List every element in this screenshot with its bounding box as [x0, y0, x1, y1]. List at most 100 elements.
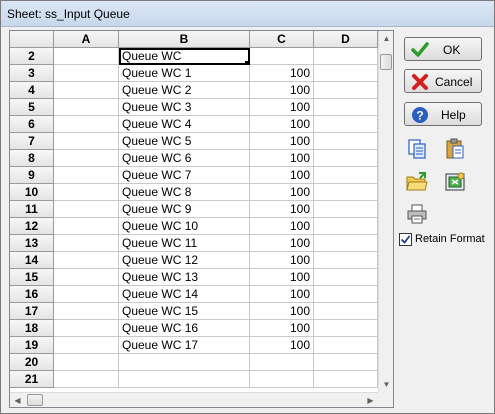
row-header[interactable]: 8: [10, 150, 54, 167]
cell-d[interactable]: [314, 167, 378, 184]
cell-a[interactable]: [54, 99, 119, 116]
cancel-button[interactable]: Cancel: [404, 69, 482, 93]
cell-b[interactable]: Queue WC 15: [119, 303, 250, 320]
cell-a[interactable]: [54, 184, 119, 201]
cell-c[interactable]: 100: [250, 65, 314, 82]
cell-a[interactable]: [54, 48, 119, 65]
row-header[interactable]: 11: [10, 201, 54, 218]
cell-d[interactable]: [314, 303, 378, 320]
cell-b[interactable]: Queue WC 8: [119, 184, 250, 201]
row-header[interactable]: 12: [10, 218, 54, 235]
help-button[interactable]: ? Help: [404, 102, 482, 126]
row-header[interactable]: 18: [10, 320, 54, 337]
title-bar[interactable]: Sheet: ss_Input Queue: [1, 1, 494, 27]
cell-c[interactable]: [250, 48, 314, 65]
row-header[interactable]: 10: [10, 184, 54, 201]
import-icon[interactable]: [442, 169, 466, 193]
cell-c[interactable]: 100: [250, 150, 314, 167]
cell-b[interactable]: Queue WC 14: [119, 286, 250, 303]
cell-a[interactable]: [54, 201, 119, 218]
cell-c[interactable]: 100: [250, 133, 314, 150]
column-header-d[interactable]: D: [314, 31, 378, 48]
row-header[interactable]: 17: [10, 303, 54, 320]
cell-c[interactable]: 100: [250, 184, 314, 201]
cell-c[interactable]: 100: [250, 82, 314, 99]
cell-d[interactable]: [314, 184, 378, 201]
row-header[interactable]: 16: [10, 286, 54, 303]
cell-c[interactable]: [250, 371, 314, 388]
row-header[interactable]: 21: [10, 371, 54, 388]
cell-a[interactable]: [54, 235, 119, 252]
cell-a[interactable]: [54, 150, 119, 167]
scroll-up-icon[interactable]: ▲: [379, 31, 393, 46]
row-header[interactable]: 2: [10, 48, 54, 65]
cell-c[interactable]: 100: [250, 303, 314, 320]
row-header[interactable]: 5: [10, 99, 54, 116]
cell-d[interactable]: [314, 235, 378, 252]
cell-a[interactable]: [54, 82, 119, 99]
cell-b[interactable]: Queue WC 16: [119, 320, 250, 337]
cell-b[interactable]: Queue WC 7: [119, 167, 250, 184]
cell-b[interactable]: Queue WC 3: [119, 99, 250, 116]
cell-a[interactable]: [54, 133, 119, 150]
cell-c[interactable]: 100: [250, 337, 314, 354]
cell-b[interactable]: [119, 354, 250, 371]
row-header[interactable]: 20: [10, 354, 54, 371]
cell-a[interactable]: [54, 218, 119, 235]
retain-format-checkbox[interactable]: [399, 233, 412, 246]
cell-d[interactable]: [314, 133, 378, 150]
open-folder-icon[interactable]: [404, 169, 428, 193]
cell-c[interactable]: 100: [250, 201, 314, 218]
vertical-scrollbar[interactable]: ▲ ▼: [378, 31, 393, 392]
cell-c[interactable]: 100: [250, 252, 314, 269]
cell-d[interactable]: [314, 354, 378, 371]
cell-a[interactable]: [54, 269, 119, 286]
cell-b[interactable]: Queue WC 4: [119, 116, 250, 133]
cell-d[interactable]: [314, 99, 378, 116]
cell-a[interactable]: [54, 252, 119, 269]
cell-a[interactable]: [54, 286, 119, 303]
cell-a[interactable]: [54, 167, 119, 184]
cell-d[interactable]: [314, 150, 378, 167]
cell-c[interactable]: 100: [250, 235, 314, 252]
column-header-a[interactable]: A: [54, 31, 119, 48]
cell-b[interactable]: Queue WC 10: [119, 218, 250, 235]
vertical-scroll-thumb[interactable]: [380, 54, 392, 70]
cell-d[interactable]: [314, 286, 378, 303]
row-header[interactable]: 6: [10, 116, 54, 133]
row-header[interactable]: 13: [10, 235, 54, 252]
row-header[interactable]: 4: [10, 82, 54, 99]
cell-c[interactable]: 100: [250, 167, 314, 184]
cell-b[interactable]: Queue WC 6: [119, 150, 250, 167]
cell-b[interactable]: Queue WC 9: [119, 201, 250, 218]
row-header[interactable]: 19: [10, 337, 54, 354]
cell-d[interactable]: [314, 337, 378, 354]
paste-icon[interactable]: [442, 136, 466, 160]
cell-a[interactable]: [54, 65, 119, 82]
cell-b[interactable]: Queue WC 2: [119, 82, 250, 99]
cell-a[interactable]: [54, 337, 119, 354]
scroll-right-icon[interactable]: ▶: [363, 393, 378, 407]
cell-c[interactable]: 100: [250, 320, 314, 337]
column-header-c[interactable]: C: [250, 31, 314, 48]
row-header[interactable]: 9: [10, 167, 54, 184]
column-header-b[interactable]: B: [119, 31, 250, 48]
cell-c[interactable]: 100: [250, 269, 314, 286]
cell-b[interactable]: Queue WC 12: [119, 252, 250, 269]
cell-b[interactable]: Queue WC: [119, 48, 250, 65]
cell-b[interactable]: Queue WC 13: [119, 269, 250, 286]
cell-d[interactable]: [314, 116, 378, 133]
cell-a[interactable]: [54, 303, 119, 320]
row-header[interactable]: 3: [10, 65, 54, 82]
cell-c[interactable]: [250, 354, 314, 371]
cell-a[interactable]: [54, 354, 119, 371]
cell-a[interactable]: [54, 320, 119, 337]
cell-c[interactable]: 100: [250, 116, 314, 133]
cell-c[interactable]: 100: [250, 286, 314, 303]
cell-b[interactable]: Queue WC 11: [119, 235, 250, 252]
cell-d[interactable]: [314, 65, 378, 82]
cell-d[interactable]: [314, 218, 378, 235]
print-icon[interactable]: [404, 201, 428, 225]
cell-d[interactable]: [314, 252, 378, 269]
corner-header[interactable]: [10, 31, 54, 48]
